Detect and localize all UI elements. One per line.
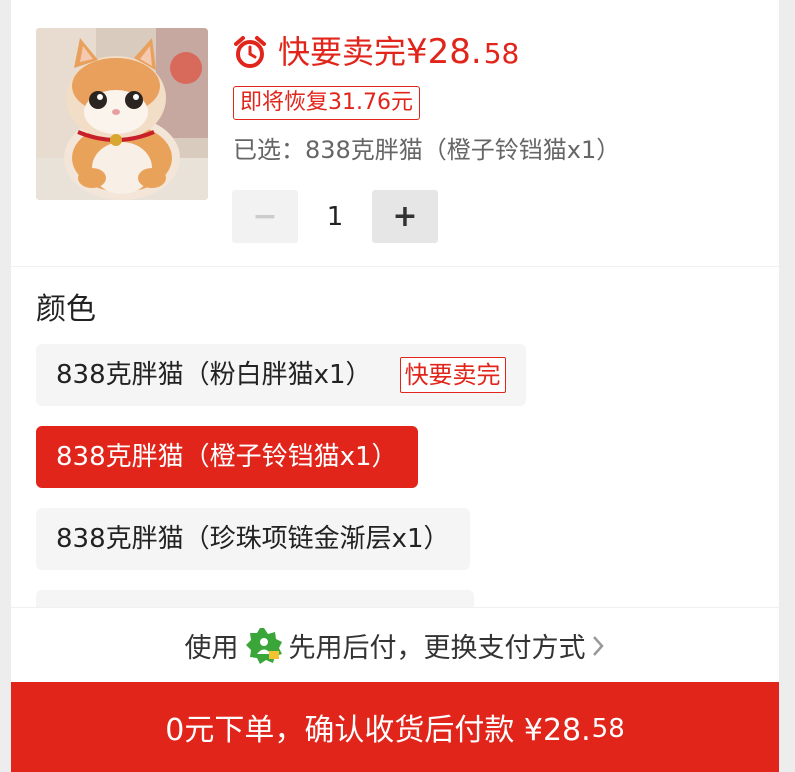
color-option-pearl-necklace[interactable]: 838克胖猫（珍珠项链金渐层x1）	[36, 508, 470, 570]
price-decimal: 58	[483, 37, 520, 70]
price-status-label: 快要卖完	[278, 33, 407, 71]
color-option-pink-white[interactable]: 838克胖猫（粉白胖猫x1） 快要卖完	[36, 344, 526, 406]
price-row: 快要卖完 ¥28. 58	[232, 30, 519, 74]
sku-selector-panel: 快要卖完 ¥28. 58 即将恢复31.76元 已选：838克胖猫（橙子铃铛猫x…	[11, 0, 779, 772]
place-order-button[interactable]: 0元下单，确认收货后付款 ¥28. 58	[11, 682, 779, 772]
color-option-label: 838克胖猫（粉白胖猫x1）	[56, 360, 372, 390]
product-thumbnail	[36, 28, 208, 200]
alarm-clock-icon	[234, 36, 266, 68]
place-order-price-decimal: 58	[591, 714, 625, 744]
price-integer: ¥28.	[406, 32, 482, 72]
quantity-increase-button[interactable]: +	[372, 190, 438, 243]
payment-method-row[interactable]: 使用 先用后付，更换支付方式	[11, 607, 779, 683]
color-section-title: 颜色	[36, 292, 96, 327]
pay-later-badge-icon	[245, 627, 282, 664]
quantity-value[interactable]: 1	[298, 202, 372, 232]
product-image	[36, 28, 208, 200]
color-option-orange-bell[interactable]: 838克胖猫（橙子铃铛猫x1）	[36, 426, 418, 488]
chevron-right-icon	[592, 635, 604, 656]
quantity-decrease-button[interactable]: −	[232, 190, 298, 243]
quantity-stepper: − 1 +	[232, 190, 438, 243]
payment-method-text: 先用后付，更换支付方式	[288, 633, 586, 664]
color-option-label: 838克胖猫（橙子铃铛猫x1）	[56, 442, 398, 472]
restore-price-badge: 即将恢复31.76元	[233, 86, 420, 120]
payment-prefix: 使用	[184, 633, 239, 664]
color-option-label: 838克胖猫（珍珠项链金渐层x1）	[56, 524, 450, 554]
selling-out-badge: 快要卖完	[399, 357, 506, 393]
section-divider	[11, 266, 779, 267]
place-order-label: 0元下单，确认收货后付款 ¥28.	[165, 713, 591, 748]
selected-variant-text: 已选：838克胖猫（橙子铃铛猫x1）	[233, 136, 621, 164]
